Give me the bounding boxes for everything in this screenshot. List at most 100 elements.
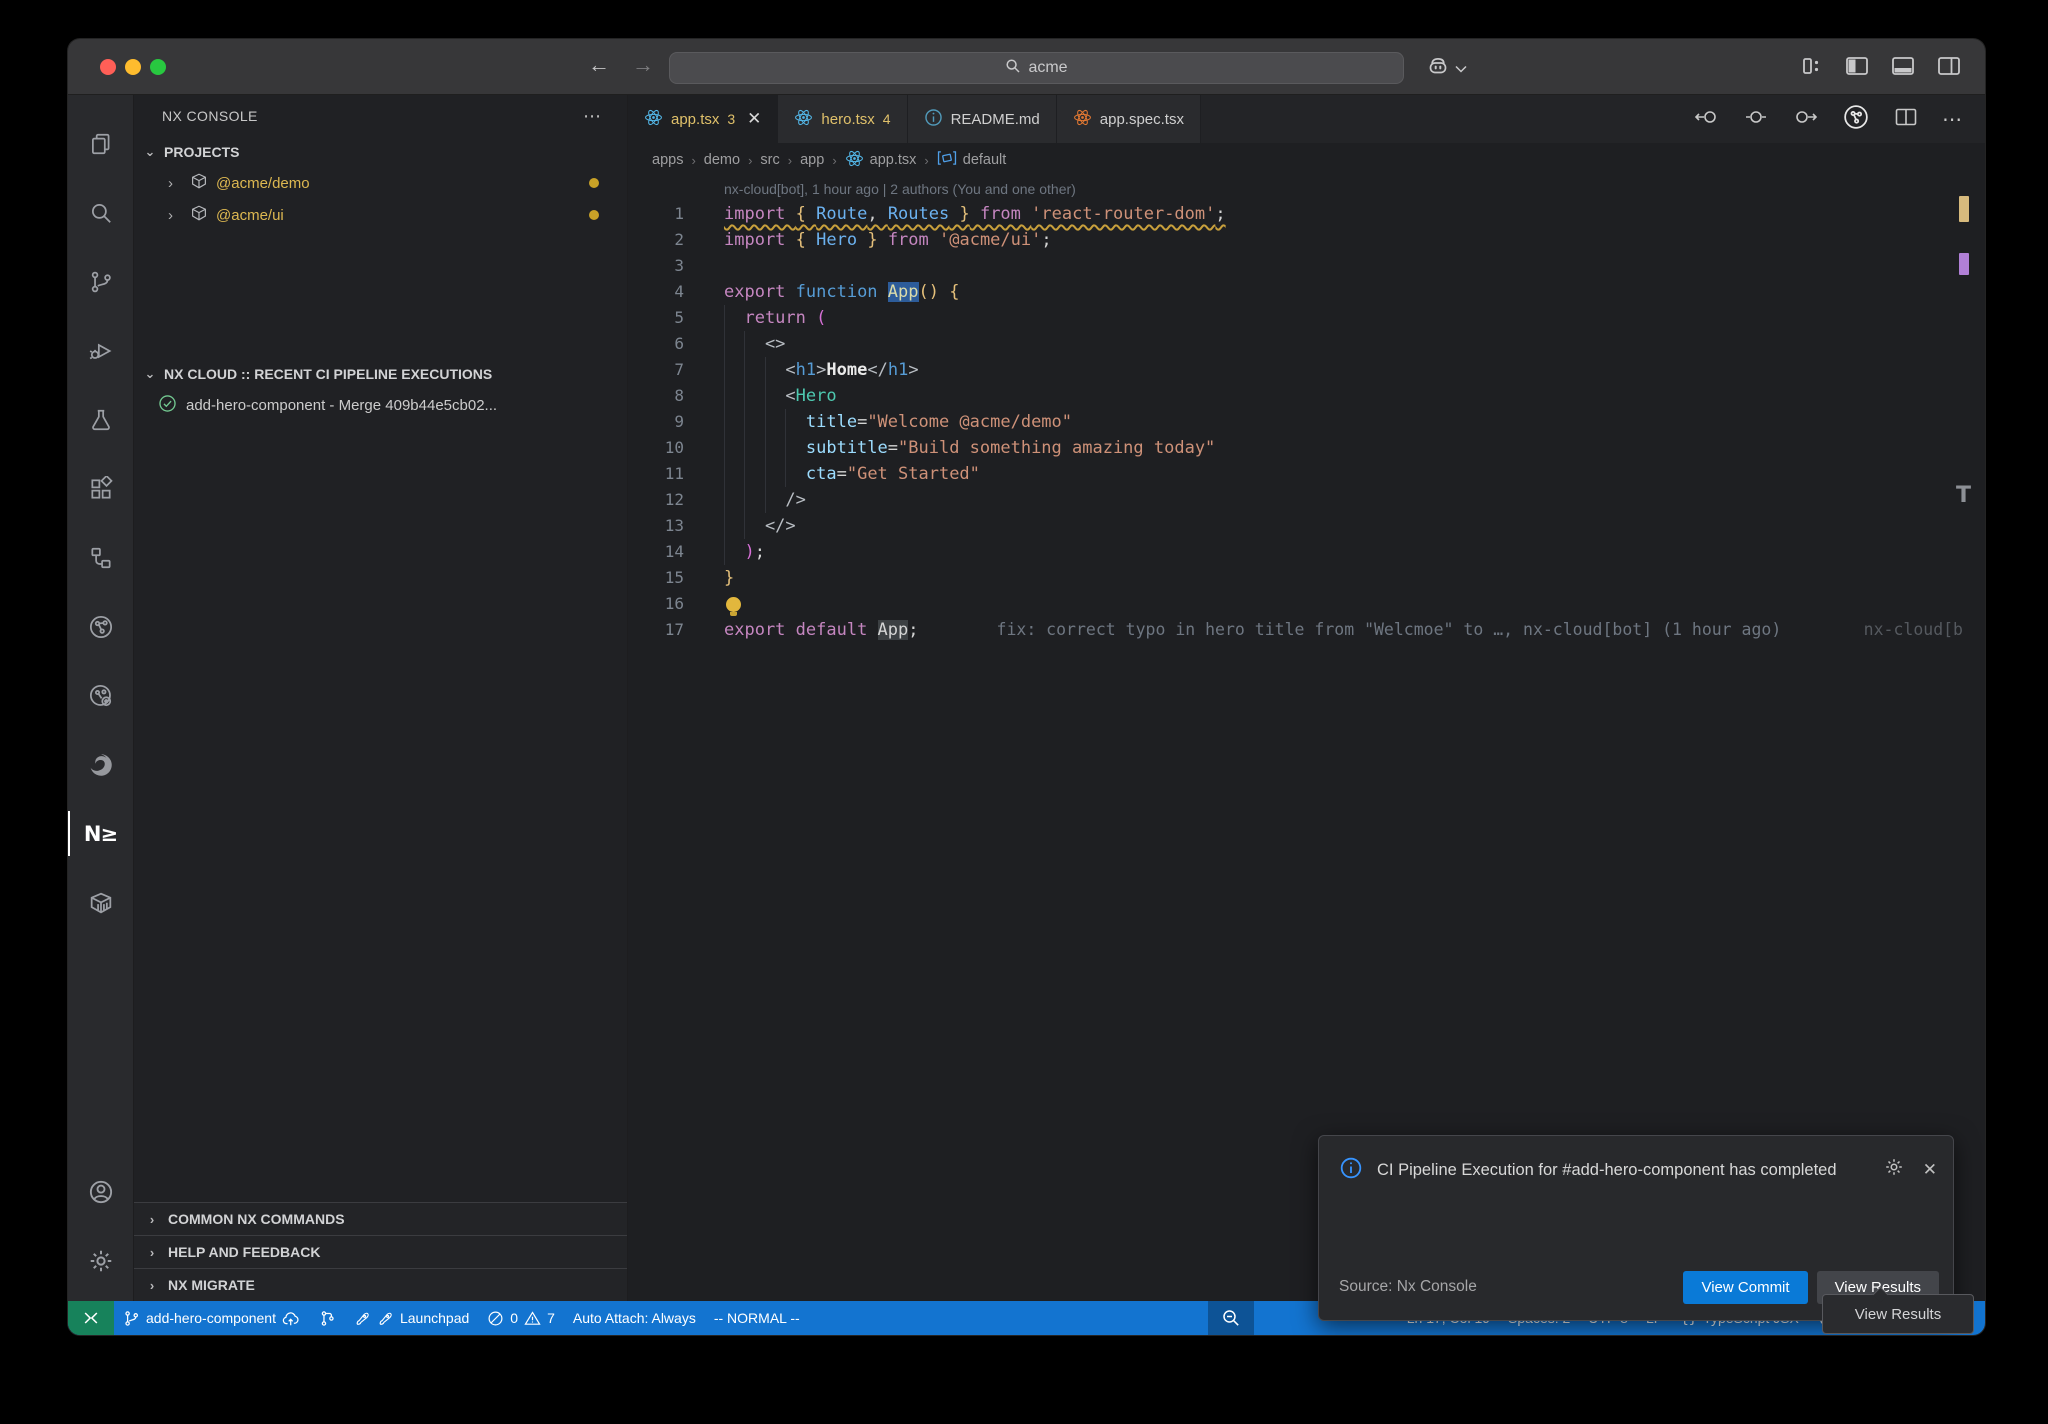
nav-forward-icon[interactable]: [1792, 106, 1818, 133]
project-item-acmedemo[interactable]: ›@acme/demo: [134, 167, 627, 199]
sidebar-more-actions-icon[interactable]: ⋯: [583, 106, 603, 127]
tab-hero.tsx[interactable]: hero.tsx4: [778, 95, 907, 143]
run-debug-icon[interactable]: [68, 316, 134, 385]
extensions-icon[interactable]: [68, 454, 134, 523]
projects-section-header[interactable]: ⌄ PROJECTS: [134, 137, 627, 167]
line-number[interactable]: 11: [628, 461, 684, 487]
account-icon[interactable]: [68, 1157, 134, 1226]
view-commit-button[interactable]: View Commit: [1683, 1271, 1807, 1304]
line-number[interactable]: 4: [628, 279, 684, 305]
code-line-12[interactable]: 12/>: [628, 487, 1985, 513]
settings-gear-icon[interactable]: [68, 1226, 134, 1295]
close-window-button[interactable]: [100, 59, 116, 75]
code-line-13[interactable]: 13</>: [628, 513, 1985, 539]
notification-close-icon[interactable]: ✕: [1923, 1160, 1937, 1180]
code-line-7[interactable]: 7<h1>Home</h1>: [628, 357, 1985, 383]
breadcrumb-item[interactable]: apps: [652, 152, 683, 168]
breadcrumb-item[interactable]: src: [760, 152, 779, 168]
status-label: add-hero-component: [146, 1310, 276, 1326]
code-line-17[interactable]: 17nx-cloud[bexport default App;fix: corr…: [628, 617, 1985, 643]
code-line-2[interactable]: 2import { Hero } from '@acme/ui';: [628, 227, 1985, 253]
code-line-11[interactable]: 11cta="Get Started": [628, 461, 1985, 487]
toggle-secondary-sidebar-icon[interactable]: [1937, 56, 1961, 76]
lightbulb-icon[interactable]: [726, 597, 741, 612]
tab-README.md[interactable]: README.md: [908, 95, 1057, 143]
breadcrumb-item[interactable]: app: [800, 152, 824, 168]
customize-layout-icon[interactable]: [1801, 55, 1823, 77]
nx-graph-view-icon[interactable]: [68, 592, 134, 661]
breadcrumb-separator: ›: [748, 153, 752, 168]
line-number[interactable]: 16: [628, 591, 684, 617]
line-number[interactable]: 2: [628, 227, 684, 253]
more-actions-icon[interactable]: ⋯: [1942, 107, 1963, 132]
source-control-icon[interactable]: [68, 247, 134, 316]
code-line-1[interactable]: 1import { Route, Routes } from 'react-ro…: [628, 201, 1985, 227]
testing-icon[interactable]: [68, 385, 134, 454]
toggle-panel-icon[interactable]: [1891, 56, 1915, 76]
zoom-window-button[interactable]: [150, 59, 166, 75]
history-back-button[interactable]: ←: [588, 52, 610, 78]
sidebar-section-help-and-feedback[interactable]: ›HELP AND FEEDBACK: [134, 1235, 627, 1268]
nav-current-icon[interactable]: [1744, 106, 1768, 133]
nx-cloud-inspect-icon[interactable]: [68, 661, 134, 730]
line-number[interactable]: 3: [628, 253, 684, 279]
nx-console-icon[interactable]: N≥: [68, 799, 134, 868]
breadcrumb-symbol[interactable]: default: [937, 150, 1007, 170]
code-line-5[interactable]: 5return (: [628, 305, 1985, 331]
line-number[interactable]: 9: [628, 409, 684, 435]
sidebar-section-common-nx-commands[interactable]: ›COMMON NX COMMANDS: [134, 1202, 627, 1235]
line-number[interactable]: 15: [628, 565, 684, 591]
ci-pipeline-execution-item[interactable]: add-hero-component - Merge 409b44e5cb02.…: [134, 389, 627, 421]
line-number[interactable]: 13: [628, 513, 684, 539]
split-editor-icon[interactable]: [1894, 107, 1918, 132]
line-number[interactable]: 14: [628, 539, 684, 565]
notification-settings-icon[interactable]: [1883, 1156, 1905, 1183]
code-line-15[interactable]: 15}: [628, 565, 1985, 591]
status-remote-indicator[interactable]: [68, 1301, 114, 1335]
code-line-10[interactable]: 10subtitle="Build something amazing toda…: [628, 435, 1985, 461]
copilot-menu[interactable]: [1426, 54, 1467, 83]
line-number[interactable]: 8: [628, 383, 684, 409]
status-auto-attach[interactable]: Auto Attach: Always: [564, 1301, 705, 1335]
minimize-window-button[interactable]: [125, 59, 141, 75]
nx-graph-icon[interactable]: [1842, 103, 1870, 136]
status-ci-pipeline[interactable]: [310, 1301, 345, 1335]
tab-app.tsx[interactable]: app.tsx3✕: [628, 95, 778, 143]
status-problems[interactable]: 07: [478, 1301, 564, 1335]
toggle-primary-sidebar-icon[interactable]: [1845, 56, 1869, 76]
line-number[interactable]: 5: [628, 305, 684, 331]
search-view-icon[interactable]: [68, 178, 134, 247]
project-item-acmeui[interactable]: ›@acme/ui: [134, 199, 627, 231]
line-number[interactable]: 7: [628, 357, 684, 383]
breadcrumb-file[interactable]: app.tsx: [845, 149, 917, 172]
code-line-14[interactable]: 14);: [628, 539, 1985, 565]
status-vim-mode[interactable]: -- NORMAL --: [705, 1301, 809, 1335]
line-number[interactable]: 17: [628, 617, 684, 643]
history-forward-button[interactable]: →: [632, 52, 654, 78]
code-line-3[interactable]: 3: [628, 253, 1985, 279]
hierarchy-icon[interactable]: [68, 523, 134, 592]
tab-app.spec.tsx[interactable]: app.spec.tsx: [1057, 95, 1201, 143]
command-center-search[interactable]: acme: [669, 52, 1404, 84]
nav-back-icon[interactable]: [1694, 106, 1720, 133]
nx-cloud-section-header[interactable]: ⌄ NX CLOUD :: RECENT CI PIPELINE EXECUTI…: [134, 359, 627, 389]
line-number[interactable]: 10: [628, 435, 684, 461]
edge-devtools-icon[interactable]: [68, 730, 134, 799]
status-launchpad[interactable]: Launchpad: [345, 1301, 478, 1335]
explorer-icon[interactable]: [68, 109, 134, 178]
line-number[interactable]: 1: [628, 201, 684, 227]
breadcrumbs[interactable]: apps›demo›src›app›app.tsx›default: [628, 143, 1985, 177]
breadcrumb-item[interactable]: demo: [704, 152, 740, 168]
code-line-9[interactable]: 9title="Welcome @acme/demo": [628, 409, 1985, 435]
code-line-6[interactable]: 6<>: [628, 331, 1985, 357]
close-tab-icon[interactable]: ✕: [747, 109, 761, 129]
zoom-indicator[interactable]: [1208, 1301, 1254, 1335]
container-tools-icon[interactable]: [68, 868, 134, 937]
line-number[interactable]: 12: [628, 487, 684, 513]
code-line-16[interactable]: 16: [628, 591, 1985, 617]
code-line-8[interactable]: 8<Hero: [628, 383, 1985, 409]
line-number[interactable]: 6: [628, 331, 684, 357]
code-line-4[interactable]: 4export function App() {: [628, 279, 1985, 305]
status-git-branch[interactable]: add-hero-component: [114, 1301, 310, 1335]
sidebar-section-nx-migrate[interactable]: ›NX MIGRATE: [134, 1268, 627, 1301]
